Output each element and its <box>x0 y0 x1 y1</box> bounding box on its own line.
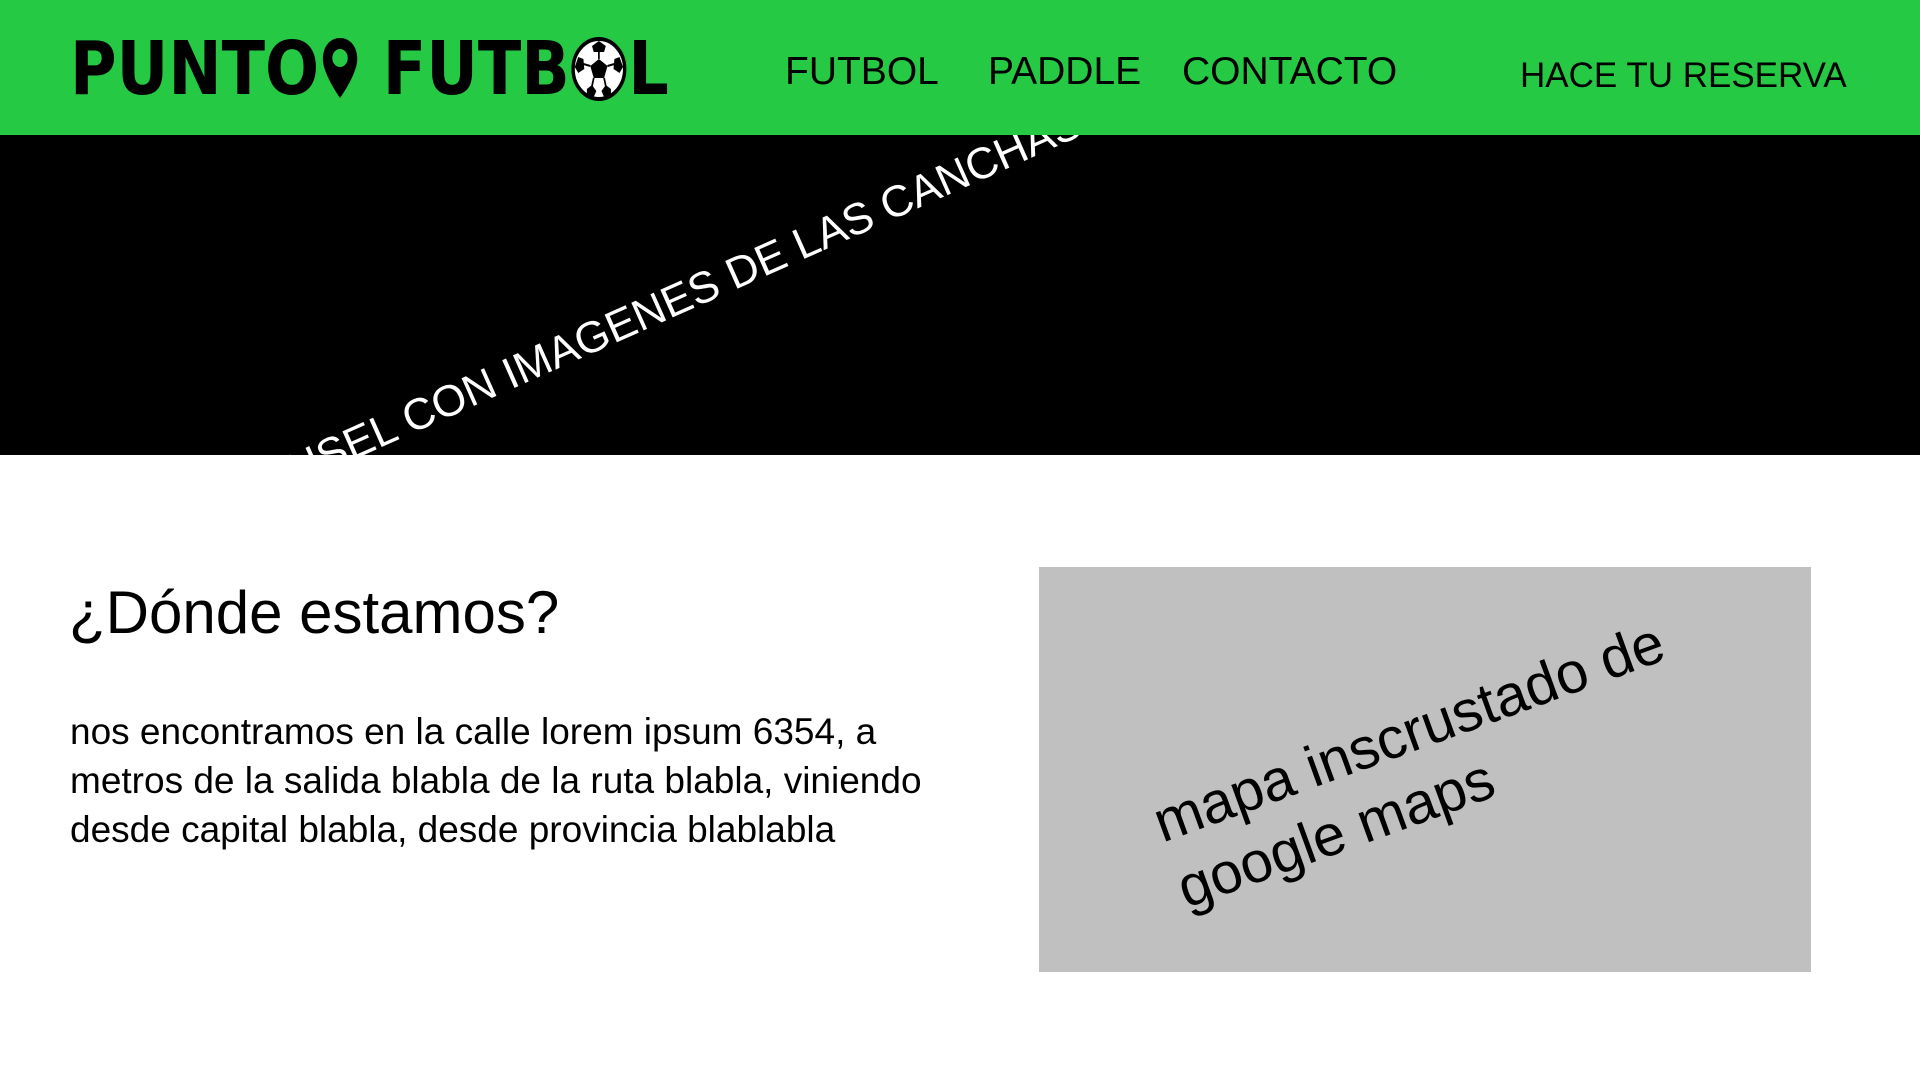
logo-word-l: L <box>628 26 669 112</box>
nav-link-reserva[interactable]: HACE TU RESERVA <box>1520 54 1847 98</box>
embedded-map[interactable]: mapa inscrustado de google maps <box>1039 567 1811 972</box>
carousel-placeholder-text: CARROUSEL CON IMAGENES DE LAS CANCHAS <box>134 135 1089 455</box>
soccer-ball-icon <box>571 37 627 101</box>
nav-link-contacto[interactable]: CONTACTO <box>1182 50 1397 94</box>
nav-link-futbol[interactable]: FUTBOL <box>785 50 939 94</box>
image-carousel[interactable]: CARROUSEL CON IMAGENES DE LAS CANCHAS <box>0 135 1920 455</box>
site-logo[interactable]: PUNTO FUTB L <box>70 26 669 112</box>
location-pin-icon <box>322 38 357 98</box>
nav-link-paddle[interactable]: PADDLE <box>988 50 1141 94</box>
logo-word-futb: FUTB <box>382 26 570 112</box>
site-header: PUNTO FUTB L FUTBOL PADDLE CONTACTO HACE… <box>0 0 1920 135</box>
logo-word-punto: PUNTO <box>70 26 320 112</box>
page: PUNTO FUTB L FUTBOL PADDLE CONTACTO HACE… <box>0 0 1920 1080</box>
location-title: ¿Dónde estamos? <box>69 579 560 646</box>
location-description: nos encontramos en la calle lorem ipsum … <box>70 711 922 850</box>
map-placeholder-text: mapa inscrustado de google maps <box>1144 609 1673 921</box>
